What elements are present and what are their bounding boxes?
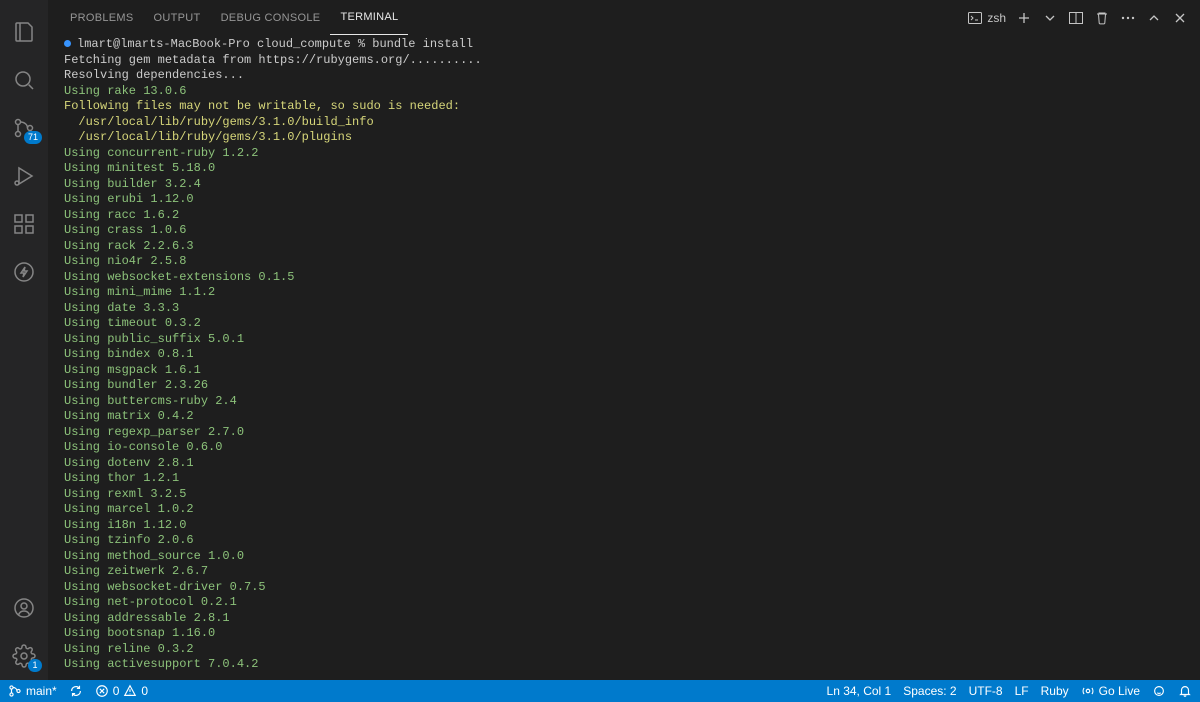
terminal-line: Using mini_mime 1.1.2 — [64, 285, 1184, 301]
status-sync-icon[interactable] — [69, 684, 83, 698]
terminal-line: Using msgpack 1.6.1 — [64, 363, 1184, 379]
terminal-line: Using addressable 2.8.1 — [64, 611, 1184, 627]
terminal-line: Using websocket-driver 0.7.5 — [64, 580, 1184, 596]
terminal-line: /usr/local/lib/ruby/gems/3.1.0/plugins — [64, 130, 1184, 146]
terminal-line: Using websocket-extensions 0.1.5 — [64, 270, 1184, 286]
error-count: 0 — [113, 684, 120, 698]
terminal-line: Using bundler 2.3.26 — [64, 378, 1184, 394]
status-encoding[interactable]: UTF-8 — [969, 684, 1003, 698]
maximize-panel-icon[interactable] — [1146, 10, 1162, 26]
scm-badge: 71 — [24, 131, 42, 144]
tab-terminal[interactable]: TERMINAL — [330, 0, 408, 35]
terminal-line: Using timeout 0.3.2 — [64, 316, 1184, 332]
terminal-line: Resolving dependencies... — [64, 68, 1184, 84]
terminal-output[interactable]: lmart@lmarts-MacBook-Pro cloud_compute %… — [48, 35, 1200, 680]
terminal-line: Using marcel 1.0.2 — [64, 502, 1184, 518]
close-panel-icon[interactable] — [1172, 10, 1188, 26]
status-branch[interactable]: main* — [8, 684, 57, 698]
status-eol[interactable]: LF — [1015, 684, 1029, 698]
terminal-line: Using bindex 0.8.1 — [64, 347, 1184, 363]
status-go-live[interactable]: Go Live — [1081, 684, 1140, 698]
terminal-prompt-line: lmart@lmarts-MacBook-Pro cloud_compute %… — [64, 37, 1184, 53]
terminal-line: Using crass 1.0.6 — [64, 223, 1184, 239]
run-debug-icon[interactable] — [0, 152, 48, 200]
activity-bar: 71 1 — [0, 0, 48, 680]
settings-gear-icon[interactable]: 1 — [0, 632, 48, 680]
terminal-line: Using zeitwerk 2.6.7 — [64, 564, 1184, 580]
warning-count: 0 — [141, 684, 148, 698]
terminal-line: Using io-console 0.6.0 — [64, 440, 1184, 456]
terminal-line: Using nio4r 2.5.8 — [64, 254, 1184, 270]
status-feedback-icon[interactable] — [1152, 684, 1166, 698]
go-live-label: Go Live — [1099, 684, 1140, 698]
explorer-icon[interactable] — [0, 8, 48, 56]
extensions-icon[interactable] — [0, 200, 48, 248]
terminal-line: Using minitest 5.18.0 — [64, 161, 1184, 177]
tab-output[interactable]: OUTPUT — [144, 0, 211, 35]
settings-badge: 1 — [28, 659, 42, 672]
terminal-line: Using rexml 3.2.5 — [64, 487, 1184, 503]
thunder-icon[interactable] — [0, 248, 48, 296]
branch-label: main* — [26, 684, 57, 698]
terminal-line: Using builder 3.2.4 — [64, 177, 1184, 193]
terminal-line: Using concurrent-ruby 1.2.2 — [64, 146, 1184, 162]
terminal-line: Using activesupport 7.0.4.2 — [64, 657, 1184, 673]
status-bar: main* 0 0 Ln 34, Col 1 Spaces: 2 UTF-8 L… — [0, 680, 1200, 702]
terminal-line: Using dotenv 2.8.1 — [64, 456, 1184, 472]
split-terminal-icon[interactable] — [1068, 10, 1084, 26]
prompt-indicator-icon — [64, 40, 71, 47]
search-icon[interactable] — [0, 56, 48, 104]
terminal-line: Using bootsnap 1.16.0 — [64, 626, 1184, 642]
terminal-dropdown-icon[interactable] — [1042, 10, 1058, 26]
terminal-shell-selector[interactable]: zsh — [967, 10, 1006, 26]
terminal-line: Using rake 13.0.6 — [64, 84, 1184, 100]
account-icon[interactable] — [0, 584, 48, 632]
panel-tabs: PROBLEMS OUTPUT DEBUG CONSOLE TERMINAL z… — [48, 0, 1200, 35]
terminal-line: Using erubi 1.12.0 — [64, 192, 1184, 208]
terminal-line: Using reline 0.3.2 — [64, 642, 1184, 658]
terminal-line: /usr/local/lib/ruby/gems/3.1.0/build_inf… — [64, 115, 1184, 131]
terminal-line: Using rack 2.2.6.3 — [64, 239, 1184, 255]
new-terminal-icon[interactable] — [1016, 10, 1032, 26]
kill-terminal-icon[interactable] — [1094, 10, 1110, 26]
terminal-line: Using buttercms-ruby 2.4 — [64, 394, 1184, 410]
tab-problems[interactable]: PROBLEMS — [60, 0, 144, 35]
terminal-line: Following files may not be writable, so … — [64, 99, 1184, 115]
status-language[interactable]: Ruby — [1041, 684, 1069, 698]
terminal-line: Using net-protocol 0.2.1 — [64, 595, 1184, 611]
terminal-line: Using public_suffix 5.0.1 — [64, 332, 1184, 348]
panel: PROBLEMS OUTPUT DEBUG CONSOLE TERMINAL z… — [48, 0, 1200, 680]
terminal-line: Using i18n 1.12.0 — [64, 518, 1184, 534]
terminal-line: Using method_source 1.0.0 — [64, 549, 1184, 565]
status-bell-icon[interactable] — [1178, 684, 1192, 698]
terminal-line: Fetching gem metadata from https://rubyg… — [64, 53, 1184, 69]
terminal-line: Using thor 1.2.1 — [64, 471, 1184, 487]
terminal-line: Using racc 1.6.2 — [64, 208, 1184, 224]
terminal-line: Using regexp_parser 2.7.0 — [64, 425, 1184, 441]
terminal-line: Using matrix 0.4.2 — [64, 409, 1184, 425]
status-ln-col[interactable]: Ln 34, Col 1 — [827, 684, 892, 698]
shell-label: zsh — [987, 11, 1006, 25]
terminal-line: Using date 3.3.3 — [64, 301, 1184, 317]
terminal-line: Using tzinfo 2.0.6 — [64, 533, 1184, 549]
more-actions-icon[interactable] — [1120, 10, 1136, 26]
tab-debug-console[interactable]: DEBUG CONSOLE — [211, 0, 331, 35]
status-problems[interactable]: 0 0 — [95, 684, 148, 698]
status-spaces[interactable]: Spaces: 2 — [903, 684, 956, 698]
source-control-icon[interactable]: 71 — [0, 104, 48, 152]
